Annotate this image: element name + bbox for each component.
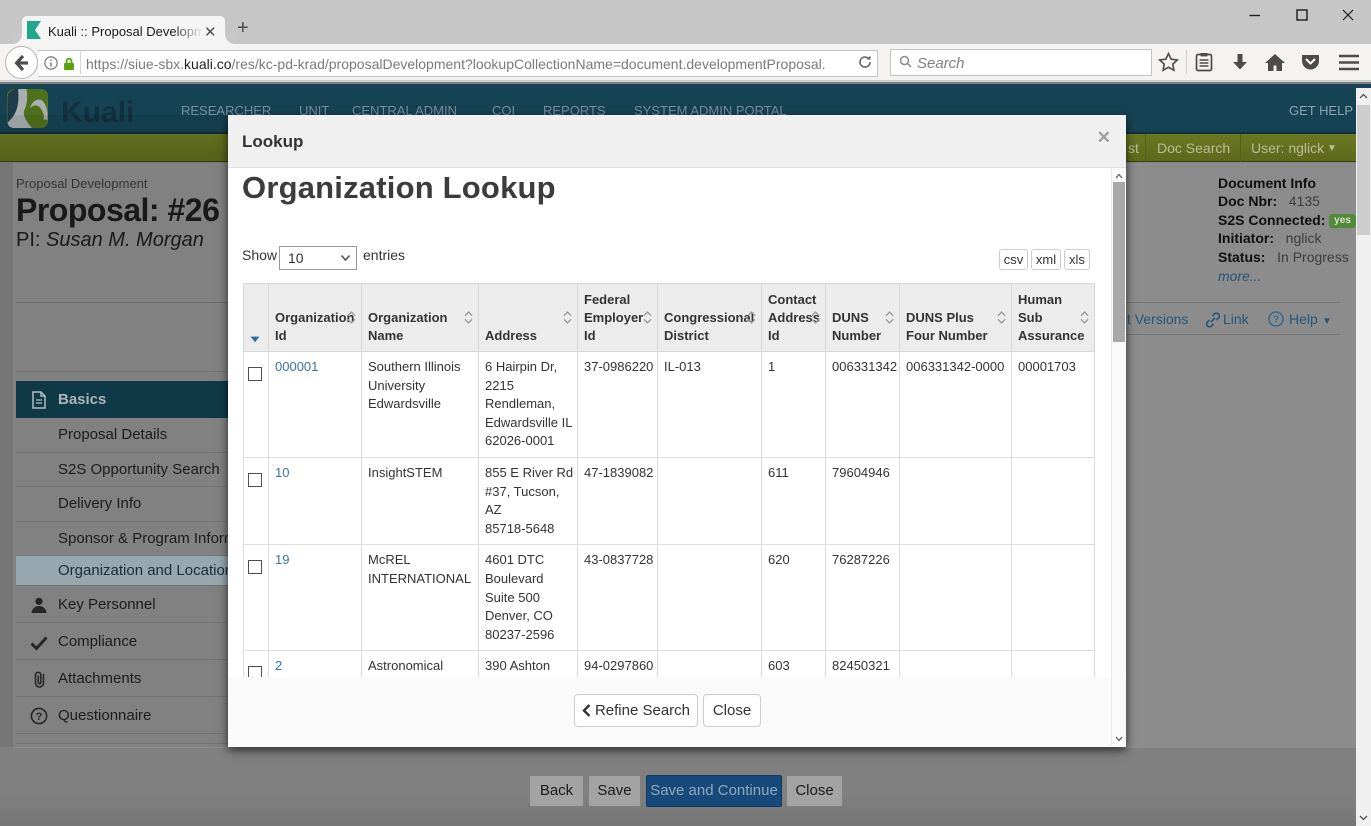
svg-text:?: ? (1273, 315, 1279, 326)
